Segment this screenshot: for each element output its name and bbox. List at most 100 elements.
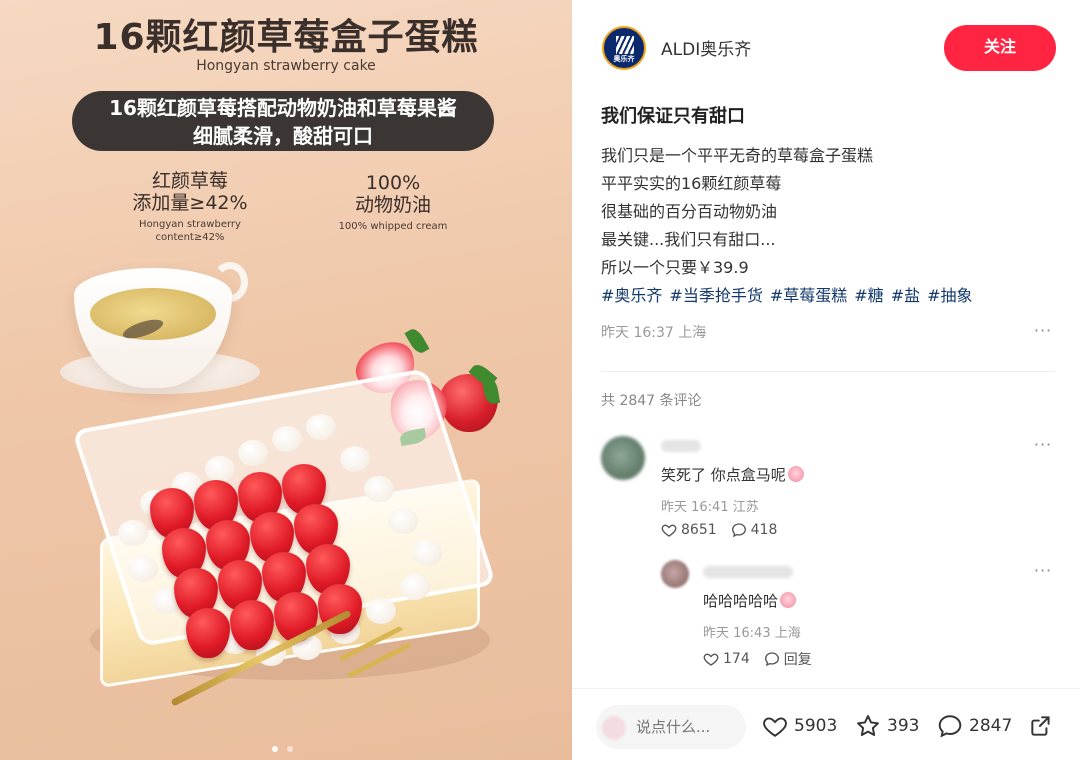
author-name[interactable]: ALDI奥乐齐 (661, 35, 751, 60)
more-icon[interactable]: ··· (1033, 323, 1053, 340)
reply-text-content: 哈哈哈哈哈 (703, 592, 779, 610)
comment-author-name[interactable] (661, 440, 701, 452)
stat-strawberry-en-1: Hongyan strawberry (139, 219, 241, 230)
pill-line-1: 16颗红颜草莓搭配动物奶油和草莓果酱 (109, 96, 457, 120)
stat-cream-en: 100% whipped cream (338, 221, 448, 232)
pig-emoji-icon (780, 592, 797, 608)
comment-reply-button[interactable]: 418 (731, 522, 778, 538)
tag-hot-item[interactable]: #当季抢手货 (669, 286, 762, 305)
stat-strawberry: 红颜草莓 添加量≥42% Hongyan strawberry content≥… (110, 170, 270, 244)
like-count: 5903 (794, 716, 838, 736)
cream-swirl (238, 440, 268, 466)
comment-like-count: 8651 (681, 522, 717, 538)
cream-swirl (400, 574, 430, 600)
more-icon[interactable]: ··· (1033, 563, 1053, 580)
image-feature-pill: 16颗红颜草莓搭配动物奶油和草莓果酱 细腻柔滑，酸甜可口 (72, 91, 494, 151)
comment-like-button[interactable]: 8651 (661, 522, 717, 538)
comment-icon (731, 523, 746, 538)
comment-location: 江苏 (732, 500, 759, 515)
cream-swirl (128, 556, 158, 582)
heart-icon (703, 653, 719, 666)
cream-swirl (272, 426, 302, 452)
post-meta: 昨天 16:37 上海 (601, 322, 706, 342)
post-time: 昨天 16:37 (601, 325, 674, 341)
post-location: 上海 (678, 325, 707, 341)
comment-avatar[interactable] (601, 436, 645, 480)
reply-location: 上海 (774, 626, 801, 641)
like-button[interactable]: 5903 (762, 713, 837, 739)
share-icon (1031, 716, 1050, 736)
comments-button[interactable]: 2847 (937, 713, 1012, 739)
post-line-3: 很基础的百分百动物奶油 (601, 202, 778, 221)
cream-swirl (306, 414, 336, 440)
comment-time: 昨天 16:41 (661, 500, 729, 515)
stat-strawberry-line-2: 添加量≥42% (132, 192, 248, 214)
post-header: 奥乐齐 ALDI奥乐齐 关注 (572, 0, 1080, 96)
tag-strawberry-cake[interactable]: #草莓蛋糕 (770, 286, 847, 305)
stat-strawberry-line-1: 红颜草莓 (151, 170, 228, 192)
share-button[interactable] (1028, 713, 1054, 739)
comment-meta: 昨天 16:41 江苏 (661, 496, 759, 515)
comment-icon (938, 715, 962, 738)
post-line-4: 最关键...我们只有甜口... (601, 230, 776, 249)
star-icon (857, 715, 879, 736)
pig-emoji-icon (787, 466, 804, 482)
bottom-action-bar: 5903 393 2847 (572, 688, 1080, 760)
heart-icon (661, 524, 677, 537)
post-body: 我们只是一个平平无奇的草莓盒子蛋糕 平平实实的16颗红颜草莓 很基础的百分百动物… (601, 142, 1051, 310)
stat-cream-line-2: 动物奶油 (354, 194, 431, 216)
reply-like-count: 174 (723, 651, 750, 667)
post-line-5: 所以一个只要￥39.9 (601, 258, 749, 277)
carousel-dot-2[interactable] (287, 746, 294, 752)
comment-actions: 8651 418 (661, 522, 777, 538)
star-count: 393 (887, 716, 920, 736)
reply-actions: 174 回复 (703, 649, 812, 669)
comments-total: 2847 (969, 716, 1013, 736)
cream-swirl (388, 508, 418, 534)
reply-time: 昨天 16:43 (703, 626, 771, 641)
cream-swirl (364, 476, 394, 502)
stat-strawberry-en-2: content≥42% (155, 232, 225, 243)
collect-button[interactable]: 393 (855, 713, 919, 739)
post-title: 我们保证只有甜口 (601, 106, 745, 127)
cream-swirl (340, 446, 370, 472)
avatar-text: 奥乐齐 (613, 55, 635, 63)
carousel-dot-1[interactable] (272, 746, 278, 752)
stat-cream: 100% 动物奶油 100% whipped cream (318, 172, 468, 233)
cream-swirl (366, 598, 396, 624)
tag-abstract[interactable]: #抽象 (927, 286, 972, 305)
follow-button[interactable]: 关注 (944, 25, 1056, 71)
tag-sugar[interactable]: #糖 (854, 286, 883, 305)
comment-icon (764, 652, 779, 667)
user-avatar (602, 716, 626, 740)
cream-swirl (118, 520, 148, 546)
reply-text: 哈哈哈哈哈 (703, 590, 797, 611)
reply-like-button[interactable]: 174 (703, 651, 750, 667)
reply-reply-button[interactable]: 回复 (764, 649, 812, 669)
comment-count: 共 2847 条评论 (601, 393, 702, 409)
divider (601, 371, 1055, 372)
more-icon[interactable]: ··· (1033, 437, 1053, 454)
pill-line-2: 细腻柔滑，酸甜可口 (193, 124, 373, 148)
stat-cream-line-1: 100% (365, 172, 421, 194)
tag-salt[interactable]: #盐 (891, 286, 920, 305)
reply-author-name[interactable] (703, 566, 793, 578)
comment-reply-count: 418 (750, 522, 778, 538)
reply-reply-label: 回复 (783, 652, 812, 668)
cream-swirl (412, 540, 442, 566)
heart-icon (763, 717, 787, 737)
tag-aldi[interactable]: #奥乐齐 (601, 286, 662, 305)
carousel-dots[interactable] (270, 737, 295, 756)
post-panel: 奥乐齐 ALDI奥乐齐 关注 我们保证只有甜口 我们只是一个平平无奇的草莓盒子蛋… (572, 0, 1080, 760)
image-subtitle: Hongyan strawberry cake (196, 58, 376, 74)
post-line-2: 平平实实的16颗红颜草莓 (601, 174, 782, 193)
reply-avatar[interactable] (661, 560, 689, 588)
comment-text: 笑死了 你点盒马呢 (661, 464, 804, 485)
aldi-logo-icon (616, 36, 634, 54)
reply-meta: 昨天 16:43 上海 (703, 622, 801, 641)
post-line-1: 我们只是一个平平无奇的草莓盒子蛋糕 (601, 146, 874, 165)
post-tags: #奥乐齐 #当季抢手货 #草莓蛋糕 #糖 #盐 #抽象 (601, 282, 1051, 310)
product-image[interactable]: 16颗红颜草莓盒子蛋糕 Hongyan strawberry cake 16颗红… (0, 0, 572, 760)
author-avatar[interactable]: 奥乐齐 (602, 26, 646, 70)
comment-text-content: 笑死了 你点盒马呢 (661, 466, 786, 484)
